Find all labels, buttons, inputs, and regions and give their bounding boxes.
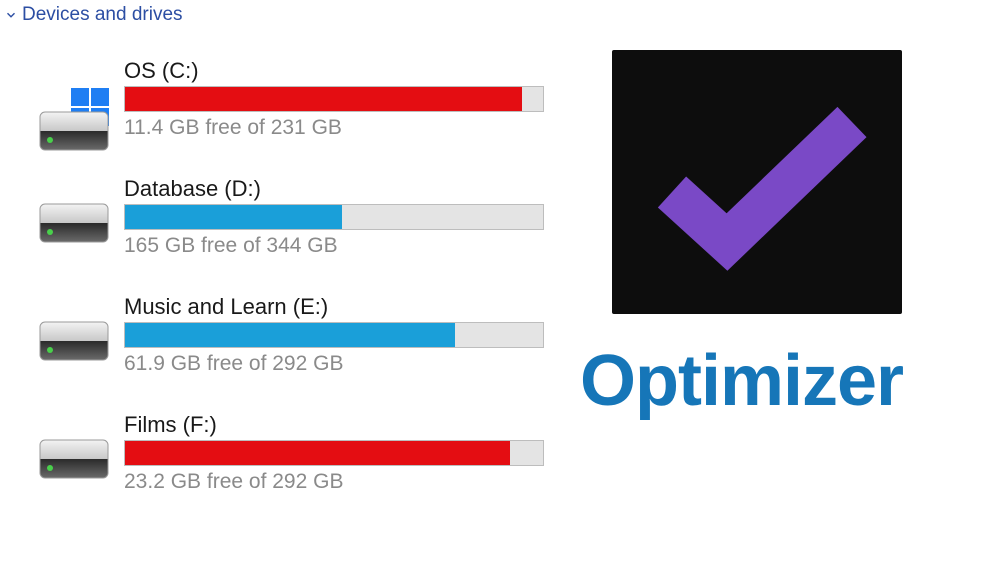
optimizer-logo xyxy=(612,50,902,314)
drive-usage-fill xyxy=(125,87,522,111)
hdd-icon xyxy=(38,438,110,482)
devices-section-title: Devices and drives xyxy=(22,4,183,26)
drive-usage-fill xyxy=(125,323,455,347)
drive-usage-bar xyxy=(124,322,544,348)
drive-item[interactable]: Music and Learn (E:) 61.9 GB free of 292… xyxy=(38,294,568,376)
drive-free-text: 11.4 GB free of 231 GB xyxy=(124,112,568,140)
hdd-icon xyxy=(38,320,110,364)
windows-logo-icon xyxy=(38,84,110,128)
drive-free-text: 23.2 GB free of 292 GB xyxy=(124,466,568,494)
drive-icon-wrap xyxy=(38,294,124,364)
devices-section-header[interactable]: Devices and drives xyxy=(4,4,183,26)
drive-usage-fill xyxy=(125,205,342,229)
drive-name: Music and Learn (E:) xyxy=(124,294,568,322)
drive-body: Music and Learn (E:) 61.9 GB free of 292… xyxy=(124,294,568,376)
drive-usage-bar xyxy=(124,204,544,230)
drive-body: Database (D:) 165 GB free of 344 GB xyxy=(124,176,568,258)
drive-free-text: 61.9 GB free of 292 GB xyxy=(124,348,568,376)
drive-item[interactable]: Database (D:) 165 GB free of 344 GB xyxy=(38,176,568,258)
drive-name: Films (F:) xyxy=(124,412,568,440)
drive-icon-wrap xyxy=(38,412,124,482)
drive-usage-fill xyxy=(125,441,510,465)
drive-body: Films (F:) 23.2 GB free of 292 GB xyxy=(124,412,568,494)
drive-icon-wrap xyxy=(38,176,124,246)
drive-list: OS (C:) 11.4 GB free of 231 GB Database … xyxy=(38,58,568,530)
drive-icon-wrap xyxy=(38,58,124,128)
drive-name: Database (D:) xyxy=(124,176,568,204)
drive-name: OS (C:) xyxy=(124,58,568,86)
drive-body: OS (C:) 11.4 GB free of 231 GB xyxy=(124,58,568,140)
drive-item[interactable]: Films (F:) 23.2 GB free of 292 GB xyxy=(38,412,568,494)
hdd-icon xyxy=(38,202,110,246)
chevron-down-icon xyxy=(4,8,18,22)
drive-usage-bar xyxy=(124,86,544,112)
drive-usage-bar xyxy=(124,440,544,466)
drive-item[interactable]: OS (C:) 11.4 GB free of 231 GB xyxy=(38,58,568,140)
app-title: Optimizer xyxy=(580,340,903,422)
drive-free-text: 165 GB free of 344 GB xyxy=(124,230,568,258)
checkmark-icon xyxy=(642,92,872,272)
